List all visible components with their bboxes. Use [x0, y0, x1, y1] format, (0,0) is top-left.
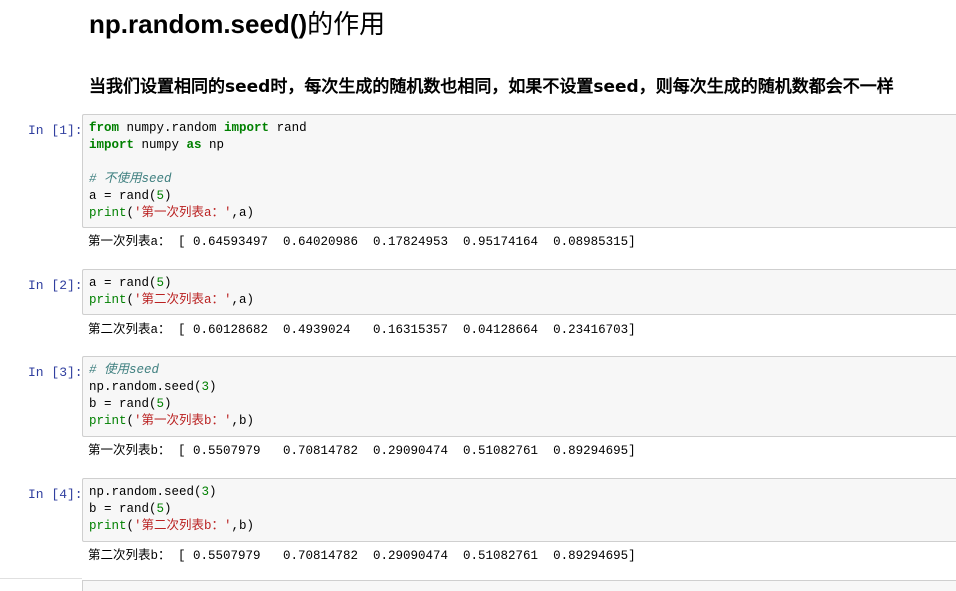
- code-string: '第一次列表a：': [134, 206, 232, 220]
- code-token: np: [201, 138, 225, 152]
- page-subtitle: 当我们设置相同的seed时，每次生成的随机数也相同，如果不设置seed，则每次生…: [89, 77, 894, 97]
- code-string: '第二次列表b：': [134, 519, 232, 533]
- code-token: b = rand(: [89, 397, 157, 411]
- code-number: 3: [201, 380, 210, 394]
- code-token: ,a): [231, 293, 255, 307]
- cell-output: 第二次列表a： [ 0.60128682 0.4939024 0.1631535…: [88, 323, 636, 337]
- code-string: '第二次列表a：': [134, 293, 232, 307]
- code-token: a = rand(: [89, 276, 157, 290]
- code-token: import: [89, 138, 135, 152]
- code-block: np.random.seed(3) b = rand(5) print('第二次…: [89, 484, 956, 535]
- page-title-suffix: 的作用: [307, 10, 386, 40]
- page-title-code: np.random.seed(): [89, 9, 308, 39]
- code-token: numpy.random: [119, 121, 225, 135]
- code-number: 5: [156, 276, 165, 290]
- code-string: '第一次列表b：': [134, 414, 232, 428]
- cell-output: 第二次列表b： [ 0.5507979 0.70814782 0.2909047…: [88, 549, 636, 563]
- code-token: ,a): [231, 206, 255, 220]
- code-number: 5: [156, 502, 165, 516]
- code-builtin: print: [89, 206, 127, 220]
- code-token: np.random.seed(: [89, 380, 202, 394]
- code-editor[interactable]: from numpy.random import rand import num…: [82, 114, 956, 228]
- divider: [0, 578, 82, 579]
- code-token: a = rand(: [89, 189, 157, 203]
- code-token: np.random.seed(: [89, 485, 202, 499]
- code-comment: # 不使用seed: [89, 172, 172, 186]
- code-editor[interactable]: # 使用seed np.random.seed(3) b = rand(5) p…: [82, 356, 956, 437]
- code-token: ): [164, 397, 172, 411]
- code-comment: # 使用seed: [89, 363, 160, 377]
- code-token: as: [186, 138, 202, 152]
- input-prompt: In [2]:: [28, 278, 83, 293]
- code-token: (: [126, 519, 135, 533]
- code-token: ): [209, 485, 217, 499]
- code-token: ): [164, 276, 172, 290]
- code-block: a = rand(5) print('第二次列表a：',a): [89, 275, 956, 309]
- code-block: from numpy.random import rand import num…: [89, 120, 956, 222]
- cell-output: 第一次列表b： [ 0.5507979 0.70814782 0.2909047…: [88, 444, 636, 458]
- code-editor[interactable]: a = rand(5) print('第二次列表a：',a): [82, 269, 956, 315]
- code-token: (: [126, 293, 135, 307]
- code-token: ,b): [231, 414, 255, 428]
- next-cell-edge[interactable]: [82, 580, 956, 591]
- input-prompt: In [4]:: [28, 487, 83, 502]
- code-token: numpy: [134, 138, 187, 152]
- code-token: (: [126, 206, 135, 220]
- code-number: 5: [156, 397, 165, 411]
- code-token: rand: [269, 121, 307, 135]
- code-token: b = rand(: [89, 502, 157, 516]
- code-token: (: [126, 414, 135, 428]
- code-block: # 使用seed np.random.seed(3) b = rand(5) p…: [89, 362, 956, 430]
- code-token: import: [224, 121, 270, 135]
- code-token: ): [164, 502, 172, 516]
- code-number: 3: [201, 485, 210, 499]
- input-prompt: In [3]:: [28, 365, 83, 380]
- code-token: ,b): [231, 519, 255, 533]
- page-title: np.random.seed()的作用: [89, 6, 385, 43]
- code-number: 5: [156, 189, 165, 203]
- code-editor[interactable]: np.random.seed(3) b = rand(5) print('第二次…: [82, 478, 956, 542]
- code-token: ): [209, 380, 217, 394]
- code-builtin: print: [89, 519, 127, 533]
- code-builtin: print: [89, 293, 127, 307]
- code-builtin: print: [89, 414, 127, 428]
- code-token: ): [164, 189, 172, 203]
- input-prompt: In [1]:: [28, 123, 83, 138]
- cell-output: 第一次列表a： [ 0.64593497 0.64020986 0.178249…: [88, 235, 636, 249]
- code-token: from: [89, 121, 120, 135]
